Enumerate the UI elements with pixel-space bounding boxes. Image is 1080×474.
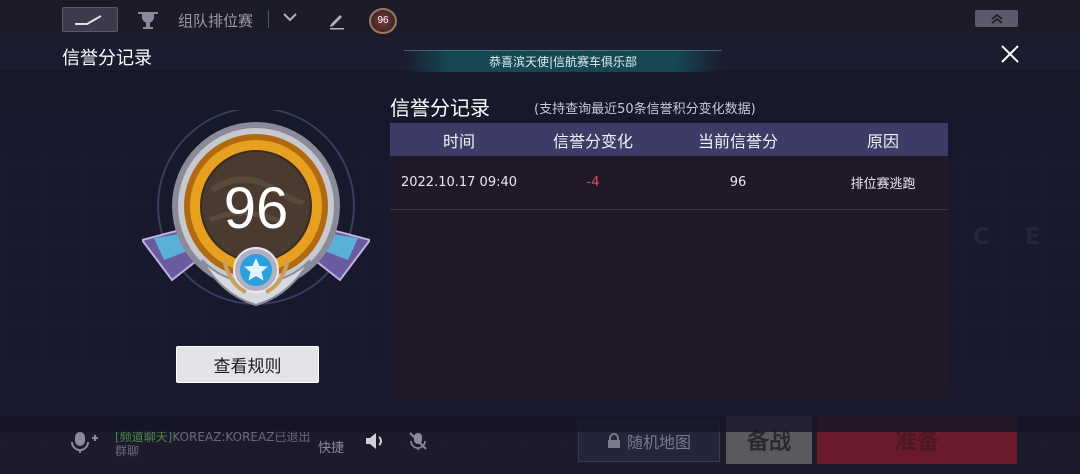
track-icon [75,14,102,25]
row-reason: 排位赛逃跑 [850,177,916,192]
mic-icon[interactable] [70,430,100,454]
column-header-change: 信誉分变化 [552,131,633,151]
edit-icon[interactable] [327,10,347,30]
records-title: 信誉分记录 [390,96,490,120]
modal-title: 信誉分记录 [62,48,152,69]
game-mode-label[interactable]: 组队排位赛 [178,10,253,31]
random-map-label: 随机地图 [626,433,691,452]
trophy-icon[interactable] [136,8,160,32]
credit-score-badge: 96 [140,107,372,325]
lock-icon [607,433,620,448]
records-table: 时间 信誉分变化 当前信誉分 原因 2022.10.17 09:40 -4 96… [390,123,948,400]
chevron-down-icon[interactable] [282,12,298,22]
divider [268,10,269,28]
view-rules-button[interactable]: 查看规则 [176,346,319,383]
collapse-button[interactable] [975,10,1018,27]
close-button[interactable] [998,42,1022,66]
records-subtitle: (支持查询最近50条信誉积分变化数据) [534,102,756,117]
mute-icon[interactable] [408,431,428,451]
row-current: 96 [729,175,747,190]
top-bar: 组队排位赛 96 [0,0,1080,38]
quick-chat-button[interactable]: 快捷 [318,437,344,456]
close-icon [1001,45,1019,63]
announcement-banner: 恭喜滨天使|信航赛车俱乐部 [404,50,722,72]
column-header-reason: 原因 [866,131,899,151]
chat-channel-tag: [频道聊天] [115,430,173,444]
badge-score-text: 96 [224,176,289,241]
table-header: 时间 信誉分变化 当前信誉分 原因 [390,123,948,156]
chat-message[interactable]: [频道聊天]KOREAZ:KOREAZ已退出群聊 [115,430,315,458]
row-change: -4 [586,175,600,190]
column-header-current: 当前信誉分 [697,131,778,151]
table-row: 2022.10.17 09:40 -4 96 排位赛逃跑 [390,156,948,210]
collapse-icon [991,13,1002,24]
speaker-icon[interactable] [364,431,386,451]
credit-badge-mini[interactable]: 96 [369,8,397,34]
row-time: 2022.10.17 09:40 [400,175,518,190]
announcement-text: 恭喜滨天使|信航赛车俱乐部 [488,55,638,69]
track-button[interactable] [62,7,118,32]
column-header-time: 时间 [442,131,475,151]
